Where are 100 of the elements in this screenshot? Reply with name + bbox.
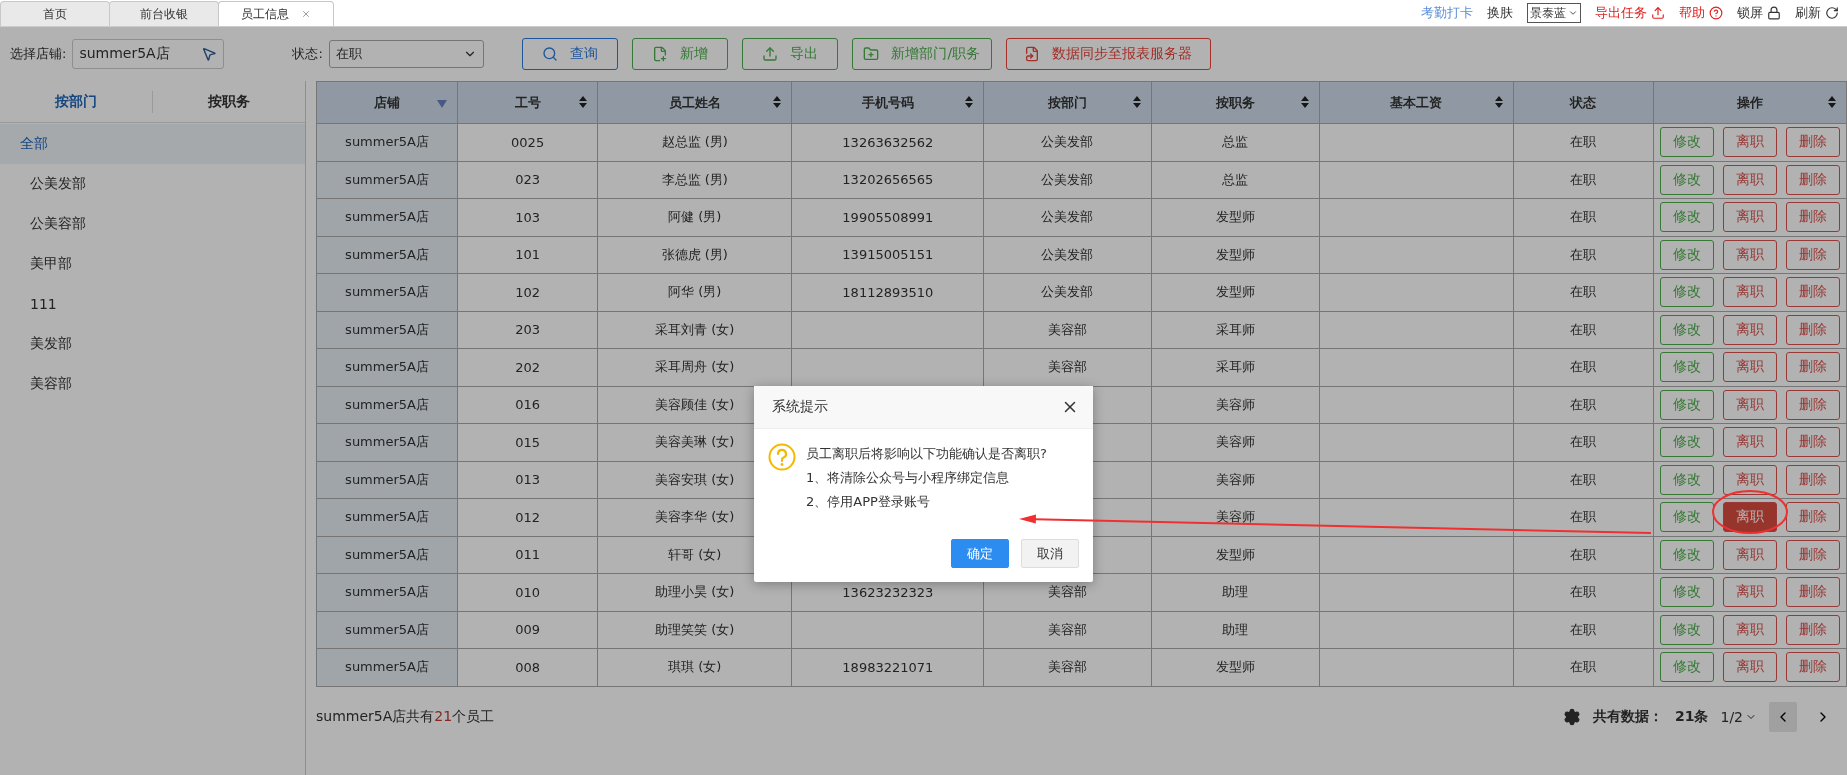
edit-button[interactable]: 修改 <box>1659 614 1714 645</box>
edit-button[interactable]: 修改 <box>1659 202 1714 233</box>
edit-button[interactable]: 修改 <box>1659 164 1714 195</box>
column-header[interactable]: 员工姓名 <box>597 81 792 124</box>
resign-button[interactable]: 离职 <box>1722 352 1777 383</box>
add-dept-button[interactable]: 新增部门/职务 <box>851 38 992 70</box>
sidebar-item[interactable]: 公美发部 <box>0 164 305 204</box>
help-link[interactable]: 帮助 <box>1679 4 1723 22</box>
sort-icon[interactable] <box>1828 96 1836 108</box>
delete-button[interactable]: 删除 <box>1786 464 1840 495</box>
resign-button[interactable]: 离职 <box>1722 464 1777 495</box>
edit-button[interactable]: 修改 <box>1659 464 1714 495</box>
attendance-link[interactable]: 考勤打卡 <box>1421 4 1473 22</box>
resign-button[interactable]: 离职 <box>1722 127 1777 158</box>
edit-button[interactable]: 修改 <box>1659 127 1714 158</box>
table-cell: 美容部 <box>983 648 1151 686</box>
skin-select[interactable]: 景泰蓝 <box>1527 3 1581 23</box>
sidebar-item[interactable]: 美发部 <box>0 324 305 364</box>
column-header[interactable]: 按职务 <box>1151 81 1320 124</box>
settings-icon[interactable] <box>1563 707 1581 726</box>
sidebar-tab[interactable]: 按职务 <box>153 92 305 111</box>
resign-button[interactable]: 离职 <box>1722 614 1777 645</box>
delete-button[interactable]: 删除 <box>1786 239 1840 270</box>
delete-button[interactable]: 删除 <box>1786 127 1840 158</box>
column-header[interactable]: 工号 <box>457 81 598 124</box>
sidebar-tab[interactable]: 按部门 <box>0 92 152 111</box>
sidebar-item[interactable]: 111 <box>0 284 305 324</box>
table-cell: 采耳师 <box>1151 311 1320 349</box>
delete-button[interactable]: 删除 <box>1786 427 1840 458</box>
delete-button[interactable]: 删除 <box>1786 277 1840 308</box>
page-tab[interactable]: 前台收银 <box>109 1 219 26</box>
edit-button[interactable]: 修改 <box>1659 314 1714 345</box>
table-cell: 助理 <box>1151 573 1320 611</box>
sidebar-item[interactable]: 公美容部 <box>0 204 305 244</box>
store-field[interactable]: summer5A店 <box>72 39 225 69</box>
delete-button[interactable]: 删除 <box>1786 352 1840 383</box>
resign-button[interactable]: 离职 <box>1722 577 1777 608</box>
column-header[interactable]: 按部门 <box>983 81 1151 124</box>
column-header[interactable]: 状态 <box>1513 81 1654 124</box>
resign-button[interactable]: 离职 <box>1722 502 1777 533</box>
resign-button[interactable]: 离职 <box>1722 389 1777 420</box>
status-select[interactable]: 在职 <box>328 40 484 68</box>
delete-button[interactable]: 删除 <box>1786 577 1840 608</box>
resign-button[interactable]: 离职 <box>1722 539 1777 570</box>
sort-icon[interactable] <box>1132 96 1141 108</box>
search-button[interactable]: 查询 <box>521 38 618 70</box>
column-header[interactable]: 基本工资 <box>1319 81 1514 124</box>
resign-button[interactable]: 离职 <box>1722 164 1777 195</box>
edit-button[interactable]: 修改 <box>1659 539 1714 570</box>
column-header[interactable]: 操作 <box>1653 81 1847 124</box>
sort-icon[interactable] <box>965 96 974 108</box>
delete-button[interactable]: 删除 <box>1786 314 1840 345</box>
delete-button[interactable]: 删除 <box>1786 389 1840 420</box>
edit-button[interactable]: 修改 <box>1659 577 1714 608</box>
sidebar-item[interactable]: 美甲部 <box>0 244 305 284</box>
sync-button[interactable]: 数据同步至报表服务器 <box>1005 38 1211 70</box>
delete-button[interactable]: 删除 <box>1786 202 1840 233</box>
sidebar-item[interactable]: 美容部 <box>0 364 305 404</box>
add-button[interactable]: 新增 <box>631 38 728 70</box>
edit-button[interactable]: 修改 <box>1659 389 1714 420</box>
page-tab[interactable]: 员工信息 <box>218 1 334 26</box>
export-tasks-link[interactable]: 导出任务 <box>1595 4 1665 22</box>
total-label: 共有数据： <box>1593 707 1663 726</box>
export-button[interactable]: 导出 <box>741 38 838 70</box>
column-header[interactable]: 手机号码 <box>791 81 984 124</box>
resign-button[interactable]: 离职 <box>1722 277 1777 308</box>
resign-button[interactable]: 离职 <box>1722 314 1777 345</box>
delete-button[interactable]: 删除 <box>1786 652 1840 683</box>
edit-button[interactable]: 修改 <box>1659 277 1714 308</box>
page-select[interactable]: 1/2 <box>1720 708 1757 725</box>
resign-button[interactable]: 离职 <box>1722 652 1777 683</box>
table-cell: 公美发部 <box>983 236 1151 274</box>
edit-button[interactable]: 修改 <box>1659 502 1714 533</box>
edit-button[interactable]: 修改 <box>1659 239 1714 270</box>
column-header[interactable]: 店铺 <box>316 81 458 124</box>
table-cell: 0025 <box>457 123 598 161</box>
sort-icon[interactable] <box>773 96 782 108</box>
delete-button[interactable]: 删除 <box>1786 539 1840 570</box>
resign-button[interactable]: 离职 <box>1722 239 1777 270</box>
sort-icon[interactable] <box>1494 96 1503 108</box>
previous-page-button[interactable] <box>1769 701 1797 732</box>
edit-button[interactable]: 修改 <box>1659 352 1714 383</box>
cancel-button[interactable]: 取消 <box>1021 539 1079 568</box>
resign-button[interactable]: 离职 <box>1722 427 1777 458</box>
delete-button[interactable]: 删除 <box>1786 164 1840 195</box>
edit-button[interactable]: 修改 <box>1659 652 1714 683</box>
delete-button[interactable]: 删除 <box>1786 614 1840 645</box>
page-tab[interactable]: 首页 <box>0 1 110 26</box>
sort-icon[interactable] <box>579 96 588 108</box>
table-cell: 18983221071 <box>791 648 984 686</box>
sidebar-item[interactable]: 全部 <box>0 124 305 164</box>
table-cell: summer5A店 <box>316 648 458 686</box>
confirm-button[interactable]: 确定 <box>951 539 1009 568</box>
lock-screen-link[interactable]: 锁屏 <box>1737 4 1781 22</box>
resign-button[interactable]: 离职 <box>1722 202 1777 233</box>
refresh-link[interactable]: 刷新 <box>1795 4 1839 22</box>
delete-button[interactable]: 删除 <box>1786 502 1840 533</box>
edit-button[interactable]: 修改 <box>1659 427 1714 458</box>
sort-icon[interactable] <box>1300 96 1309 108</box>
table-cell: 202 <box>457 348 598 386</box>
